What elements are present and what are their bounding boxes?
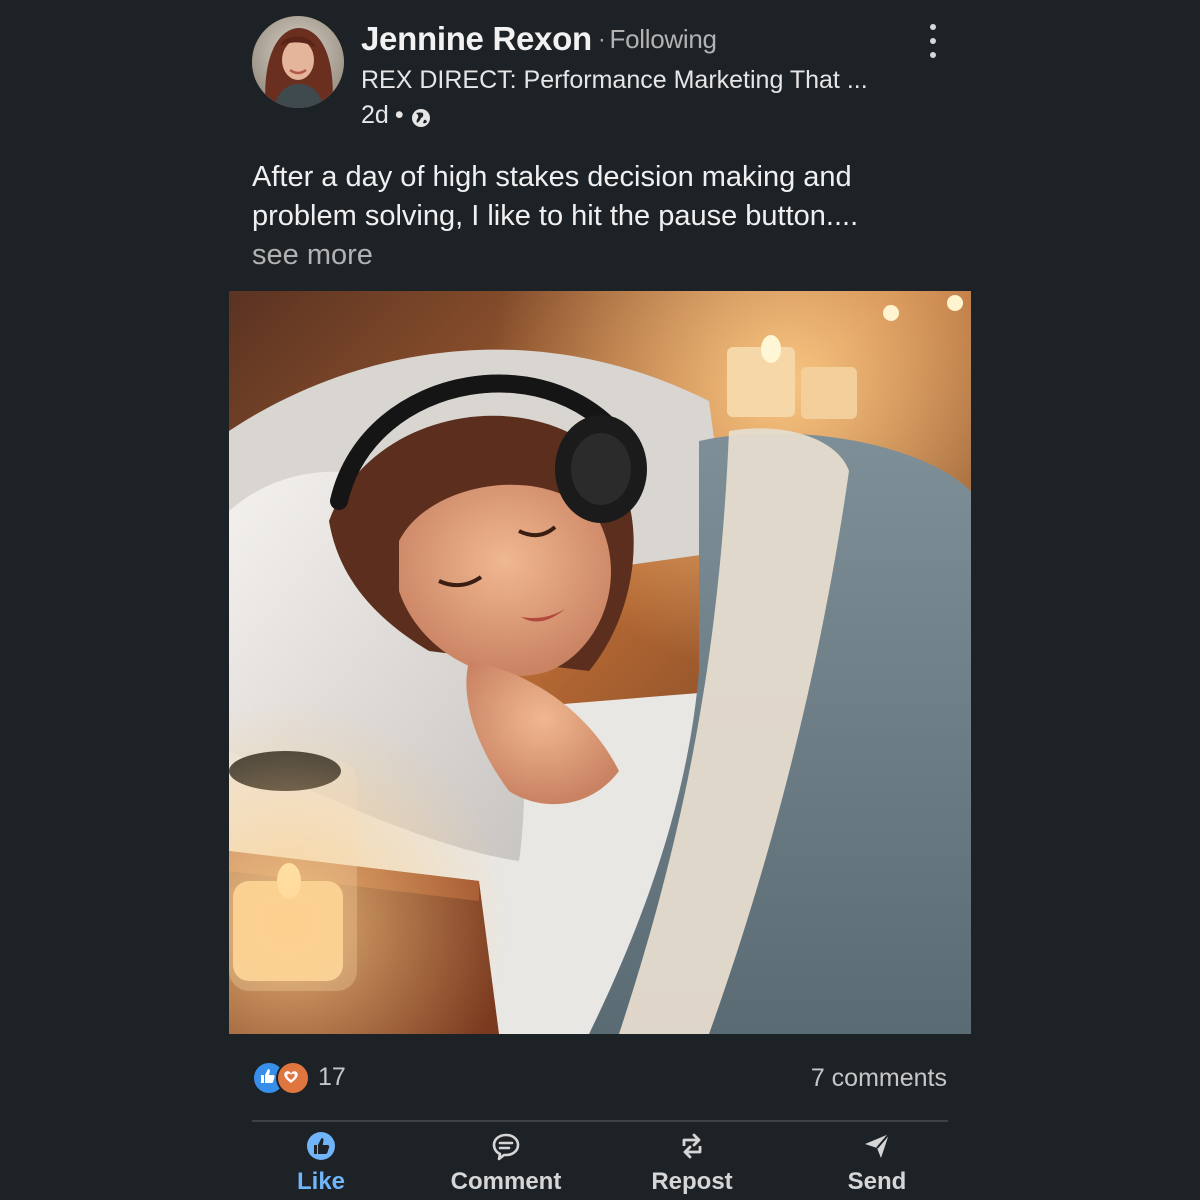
meta-separator: •	[394, 101, 404, 129]
reaction-icons	[252, 1061, 310, 1095]
author-name[interactable]: Jennine Rexon	[361, 20, 592, 57]
like-button[interactable]: Like	[251, 1130, 391, 1196]
comment-icon	[490, 1130, 522, 1162]
like-icon	[305, 1130, 337, 1162]
post-text: After a day of high stakes decision maki…	[252, 158, 912, 275]
feed-post: Jennine Rexon · Following REX DIRECT: Perf…	[0, 0, 1200, 1200]
globe-icon	[410, 107, 432, 129]
comments-count-link[interactable]: 7 comments	[811, 1064, 947, 1093]
send-button[interactable]: Send	[807, 1130, 947, 1196]
reaction-count: 17	[318, 1062, 346, 1091]
author-name-line[interactable]: Jennine Rexon · Following	[361, 20, 717, 58]
repost-icon	[676, 1130, 708, 1162]
name-separator: ·	[597, 26, 606, 53]
send-icon	[861, 1130, 893, 1162]
more-options-icon[interactable]	[918, 24, 948, 58]
love-reaction-icon	[276, 1061, 310, 1095]
comment-button[interactable]: Comment	[436, 1130, 576, 1196]
post-image[interactable]	[229, 291, 971, 1034]
author-avatar[interactable]	[252, 16, 344, 108]
follow-status: Following	[609, 24, 717, 54]
actions-divider	[252, 1120, 948, 1122]
reactions-summary[interactable]: 17	[252, 1061, 346, 1095]
repost-button[interactable]: Repost	[622, 1130, 762, 1196]
post-body: After a day of high stakes decision maki…	[252, 161, 859, 232]
repost-label: Repost	[651, 1168, 733, 1195]
comment-label: Comment	[450, 1168, 562, 1195]
see-more-link[interactable]: see more	[252, 239, 373, 271]
author-headline: REX DIRECT: Performance Marketing That .…	[361, 66, 868, 94]
send-label: Send	[847, 1168, 907, 1195]
like-label: Like	[296, 1168, 346, 1195]
post-meta: 2d •	[361, 101, 432, 130]
post-time: 2d	[361, 101, 389, 129]
